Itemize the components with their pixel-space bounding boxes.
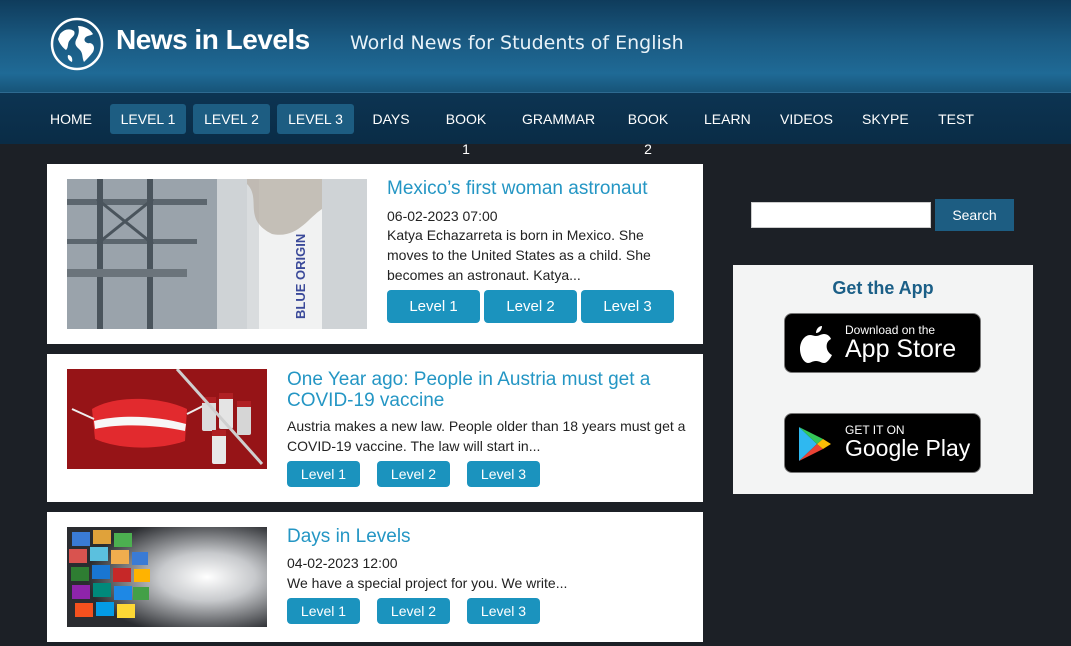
article-card: One Year ago: People in Austria must get… <box>47 354 703 502</box>
article-thumbnail-vaccine[interactable] <box>67 369 267 469</box>
google-play-big-text: Google Play <box>845 435 971 461</box>
article-excerpt: Austria makes a new law. People older th… <box>287 418 686 454</box>
app-store-button[interactable]: Download on the App Store <box>784 313 981 373</box>
level-1-button[interactable]: Level 1 <box>287 461 360 487</box>
nav-grammar[interactable]: GRAMMAR <box>522 104 595 134</box>
site-logo-text[interactable]: News in Levels <box>116 24 310 56</box>
level-2-button[interactable]: Level 2 <box>377 461 450 487</box>
nav-book-1[interactable]: BOOK 1 <box>440 104 492 157</box>
level-1-button[interactable]: Level 1 <box>287 598 360 624</box>
nav-book-2[interactable]: BOOK 2 <box>622 104 674 157</box>
article-title[interactable]: Days in Levels <box>287 526 677 547</box>
get-the-app-box: Get the App Download on the App Store GE… <box>733 265 1033 494</box>
nav-level-2[interactable]: LEVEL 2 <box>193 104 270 134</box>
level-3-button[interactable]: Level 3 <box>467 461 540 487</box>
main-nav: HOME LEVEL 1 LEVEL 2 LEVEL 3 DAYS BOOK 1… <box>0 92 1071 157</box>
article-card: Days in Levels 04-02-2023 12:00 We have … <box>47 512 703 642</box>
app-store-big-text: App Store <box>845 335 957 363</box>
nav-test[interactable]: TEST <box>938 104 974 134</box>
app-box-title: Get the App <box>832 278 934 298</box>
search-input[interactable] <box>751 202 931 228</box>
level-1-button[interactable]: Level 1 <box>387 290 480 323</box>
nav-level-1[interactable]: LEVEL 1 <box>110 104 186 134</box>
article-date: 04-02-2023 12:00 <box>287 555 398 571</box>
article-date: 06-02-2023 07:00 <box>387 208 498 224</box>
site-header: News in Levels World News for Students o… <box>0 0 1071 92</box>
site-tagline: World News for Students of English <box>350 32 684 54</box>
article-title[interactable]: Mexico’s first woman astronaut <box>387 178 687 199</box>
level-3-button[interactable]: Level 3 <box>467 598 540 624</box>
nav-learn[interactable]: LEARN <box>704 104 751 134</box>
nav-level-3[interactable]: LEVEL 3 <box>277 104 354 134</box>
globe-logo-icon[interactable] <box>50 17 104 71</box>
nav-skype[interactable]: SKYPE <box>862 104 909 134</box>
level-2-button[interactable]: Level 2 <box>377 598 450 624</box>
nav-home[interactable]: HOME <box>50 104 92 134</box>
nav-videos[interactable]: VIDEOS <box>780 104 833 134</box>
google-play-button[interactable]: GET IT ON Google Play <box>784 413 981 473</box>
apple-icon <box>800 326 832 363</box>
article-thumbnail-globe-screens[interactable] <box>67 527 267 627</box>
article-excerpt: We have a special project for you. We wr… <box>287 575 568 591</box>
article-excerpt: Katya Echazarreta is born in Mexico. She… <box>387 227 651 283</box>
search-button[interactable]: Search <box>935 199 1014 231</box>
google-play-icon <box>799 427 831 461</box>
level-2-button[interactable]: Level 2 <box>484 290 577 323</box>
level-3-button[interactable]: Level 3 <box>581 290 674 323</box>
nav-days[interactable]: DAYS <box>372 104 410 134</box>
article-thumbnail-rocket[interactable]: BLUE ORIGIN <box>67 179 367 329</box>
article-title[interactable]: One Year ago: People in Austria must get… <box>287 369 677 411</box>
article-card: BLUE ORIGIN Mexico’s first woman astrona… <box>47 164 703 344</box>
rocket-label: BLUE ORIGIN <box>293 234 308 319</box>
